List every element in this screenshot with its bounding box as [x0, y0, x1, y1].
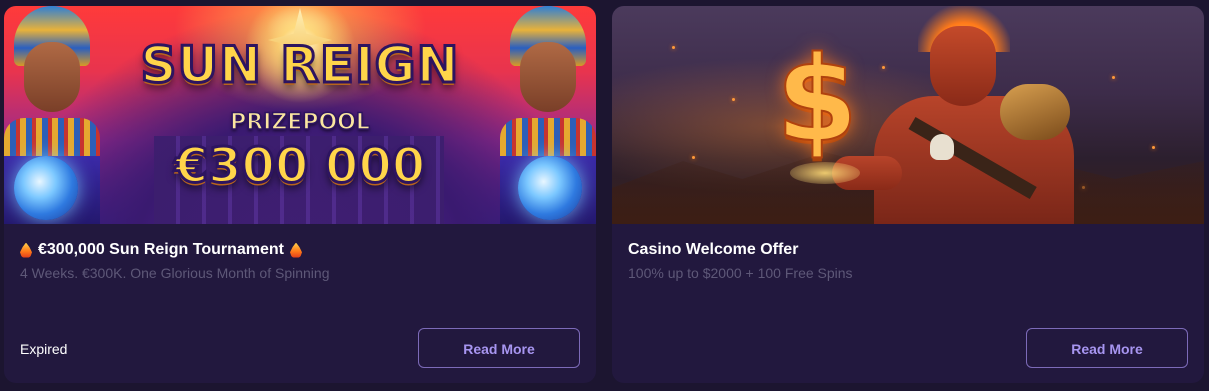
- promotion-title-row: €300,000 Sun Reign Tournament: [20, 239, 580, 261]
- promotion-card-welcome-offer[interactable]: $ Casino Welcome Offer 100% up to $2000 …: [612, 6, 1204, 383]
- banner-title: SUN REIGN: [139, 35, 460, 96]
- promotion-description: 100% up to $2000 + 100 Free Spins: [628, 265, 853, 281]
- promotion-status: Expired: [20, 341, 68, 357]
- ember-decoration: [732, 98, 735, 101]
- read-more-button[interactable]: Read More: [418, 328, 580, 368]
- banner-prize-amount: €300 000: [173, 137, 427, 196]
- banner-subtitle: PRIZEPOOL: [229, 109, 370, 136]
- promotion-card-content: €300,000 Sun Reign Tournament 4 Weeks. €…: [20, 239, 580, 282]
- flame-icon: [20, 242, 32, 258]
- promotions-grid: SUN REIGN PRIZEPOOL €300 000 €300,000 Su…: [0, 0, 1209, 391]
- promotion-title: €300,000 Sun Reign Tournament: [38, 241, 284, 258]
- fire-demon-head-illustration: [930, 26, 996, 106]
- ember-decoration: [692, 156, 695, 159]
- promotion-title: Casino Welcome Offer: [628, 241, 799, 258]
- ember-decoration: [1112, 76, 1115, 79]
- promotion-card-sun-reign[interactable]: SUN REIGN PRIZEPOOL €300 000 €300,000 Su…: [4, 6, 596, 383]
- promotion-banner-sun-reign[interactable]: SUN REIGN PRIZEPOOL €300 000: [4, 6, 596, 224]
- promotion-banner-welcome-offer[interactable]: $: [612, 6, 1204, 224]
- ember-decoration: [672, 46, 675, 49]
- dollar-sign-icon: $: [775, 30, 859, 168]
- shoulder-armor-illustration: [1000, 84, 1070, 140]
- promotion-card-content: Casino Welcome Offer 100% up to $2000 + …: [628, 239, 1188, 282]
- flame-icon: [290, 242, 302, 258]
- ember-decoration: [1152, 146, 1155, 149]
- ember-decoration: [882, 66, 885, 69]
- promotion-title-row: Casino Welcome Offer: [628, 239, 1188, 261]
- skull-icon: [930, 134, 954, 160]
- read-more-button[interactable]: Read More: [1026, 328, 1188, 368]
- promotion-description: 4 Weeks. €300K. One Glorious Month of Sp…: [20, 265, 330, 281]
